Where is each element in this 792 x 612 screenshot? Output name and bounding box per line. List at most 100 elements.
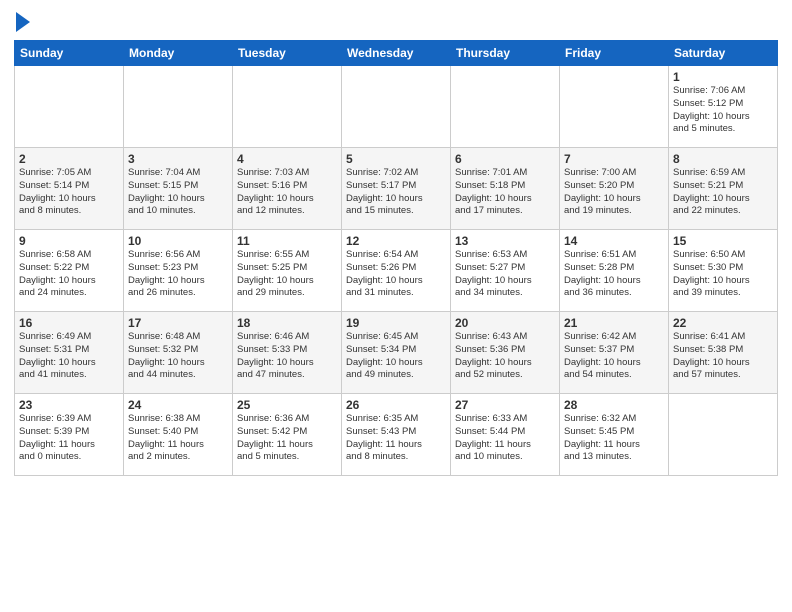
day-number: 7 — [564, 152, 664, 166]
day-info: Sunrise: 6:53 AM Sunset: 5:27 PM Dayligh… — [455, 249, 555, 300]
calendar-cell — [233, 66, 342, 148]
day-number: 12 — [346, 234, 446, 248]
day-number: 4 — [237, 152, 337, 166]
day-number: 10 — [128, 234, 228, 248]
day-number: 18 — [237, 316, 337, 330]
calendar-cell — [342, 66, 451, 148]
calendar-cell: 2Sunrise: 7:05 AM Sunset: 5:14 PM Daylig… — [15, 148, 124, 230]
day-info: Sunrise: 6:45 AM Sunset: 5:34 PM Dayligh… — [346, 331, 446, 382]
day-info: Sunrise: 6:39 AM Sunset: 5:39 PM Dayligh… — [19, 413, 119, 464]
calendar-cell: 26Sunrise: 6:35 AM Sunset: 5:43 PM Dayli… — [342, 394, 451, 476]
day-number: 28 — [564, 398, 664, 412]
calendar-cell: 5Sunrise: 7:02 AM Sunset: 5:17 PM Daylig… — [342, 148, 451, 230]
day-number: 6 — [455, 152, 555, 166]
day-number: 23 — [19, 398, 119, 412]
day-number: 5 — [346, 152, 446, 166]
calendar-cell: 6Sunrise: 7:01 AM Sunset: 5:18 PM Daylig… — [451, 148, 560, 230]
day-number: 8 — [673, 152, 773, 166]
day-number: 22 — [673, 316, 773, 330]
day-number: 20 — [455, 316, 555, 330]
calendar-week-3: 9Sunrise: 6:58 AM Sunset: 5:22 PM Daylig… — [15, 230, 778, 312]
calendar-cell: 28Sunrise: 6:32 AM Sunset: 5:45 PM Dayli… — [560, 394, 669, 476]
calendar-cell: 18Sunrise: 6:46 AM Sunset: 5:33 PM Dayli… — [233, 312, 342, 394]
calendar-cell — [669, 394, 778, 476]
day-number: 24 — [128, 398, 228, 412]
calendar-cell: 14Sunrise: 6:51 AM Sunset: 5:28 PM Dayli… — [560, 230, 669, 312]
calendar-header-monday: Monday — [124, 41, 233, 66]
calendar-cell: 9Sunrise: 6:58 AM Sunset: 5:22 PM Daylig… — [15, 230, 124, 312]
day-number: 19 — [346, 316, 446, 330]
calendar-cell — [560, 66, 669, 148]
calendar-week-4: 16Sunrise: 6:49 AM Sunset: 5:31 PM Dayli… — [15, 312, 778, 394]
day-number: 13 — [455, 234, 555, 248]
calendar-cell: 23Sunrise: 6:39 AM Sunset: 5:39 PM Dayli… — [15, 394, 124, 476]
day-info: Sunrise: 6:33 AM Sunset: 5:44 PM Dayligh… — [455, 413, 555, 464]
calendar-cell — [15, 66, 124, 148]
calendar-week-1: 1Sunrise: 7:06 AM Sunset: 5:12 PM Daylig… — [15, 66, 778, 148]
day-info: Sunrise: 7:05 AM Sunset: 5:14 PM Dayligh… — [19, 167, 119, 218]
day-number: 9 — [19, 234, 119, 248]
day-number: 17 — [128, 316, 228, 330]
calendar-cell: 27Sunrise: 6:33 AM Sunset: 5:44 PM Dayli… — [451, 394, 560, 476]
calendar-cell — [124, 66, 233, 148]
day-number: 3 — [128, 152, 228, 166]
calendar-header-tuesday: Tuesday — [233, 41, 342, 66]
day-info: Sunrise: 7:02 AM Sunset: 5:17 PM Dayligh… — [346, 167, 446, 218]
day-number: 2 — [19, 152, 119, 166]
calendar-cell: 10Sunrise: 6:56 AM Sunset: 5:23 PM Dayli… — [124, 230, 233, 312]
day-number: 21 — [564, 316, 664, 330]
calendar-cell: 1Sunrise: 7:06 AM Sunset: 5:12 PM Daylig… — [669, 66, 778, 148]
calendar-header-sunday: Sunday — [15, 41, 124, 66]
calendar-cell: 15Sunrise: 6:50 AM Sunset: 5:30 PM Dayli… — [669, 230, 778, 312]
day-info: Sunrise: 6:54 AM Sunset: 5:26 PM Dayligh… — [346, 249, 446, 300]
calendar-cell: 8Sunrise: 6:59 AM Sunset: 5:21 PM Daylig… — [669, 148, 778, 230]
calendar-cell: 3Sunrise: 7:04 AM Sunset: 5:15 PM Daylig… — [124, 148, 233, 230]
day-number: 26 — [346, 398, 446, 412]
calendar-table: SundayMondayTuesdayWednesdayThursdayFrid… — [14, 40, 778, 476]
day-number: 1 — [673, 70, 773, 84]
calendar-cell — [451, 66, 560, 148]
day-info: Sunrise: 6:36 AM Sunset: 5:42 PM Dayligh… — [237, 413, 337, 464]
day-info: Sunrise: 6:50 AM Sunset: 5:30 PM Dayligh… — [673, 249, 773, 300]
day-number: 15 — [673, 234, 773, 248]
day-number: 14 — [564, 234, 664, 248]
calendar-week-5: 23Sunrise: 6:39 AM Sunset: 5:39 PM Dayli… — [15, 394, 778, 476]
day-info: Sunrise: 7:01 AM Sunset: 5:18 PM Dayligh… — [455, 167, 555, 218]
day-info: Sunrise: 6:35 AM Sunset: 5:43 PM Dayligh… — [346, 413, 446, 464]
day-info: Sunrise: 6:55 AM Sunset: 5:25 PM Dayligh… — [237, 249, 337, 300]
day-info: Sunrise: 6:49 AM Sunset: 5:31 PM Dayligh… — [19, 331, 119, 382]
day-info: Sunrise: 6:46 AM Sunset: 5:33 PM Dayligh… — [237, 331, 337, 382]
calendar-cell: 22Sunrise: 6:41 AM Sunset: 5:38 PM Dayli… — [669, 312, 778, 394]
day-info: Sunrise: 7:04 AM Sunset: 5:15 PM Dayligh… — [128, 167, 228, 218]
calendar-cell: 11Sunrise: 6:55 AM Sunset: 5:25 PM Dayli… — [233, 230, 342, 312]
calendar-header-row: SundayMondayTuesdayWednesdayThursdayFrid… — [15, 41, 778, 66]
day-number: 11 — [237, 234, 337, 248]
day-number: 27 — [455, 398, 555, 412]
calendar-cell: 4Sunrise: 7:03 AM Sunset: 5:16 PM Daylig… — [233, 148, 342, 230]
day-info: Sunrise: 6:32 AM Sunset: 5:45 PM Dayligh… — [564, 413, 664, 464]
day-info: Sunrise: 7:03 AM Sunset: 5:16 PM Dayligh… — [237, 167, 337, 218]
logo — [14, 14, 30, 34]
calendar-cell: 16Sunrise: 6:49 AM Sunset: 5:31 PM Dayli… — [15, 312, 124, 394]
calendar-cell: 19Sunrise: 6:45 AM Sunset: 5:34 PM Dayli… — [342, 312, 451, 394]
calendar-cell: 17Sunrise: 6:48 AM Sunset: 5:32 PM Dayli… — [124, 312, 233, 394]
logo-arrow-icon — [16, 12, 30, 32]
calendar-header-friday: Friday — [560, 41, 669, 66]
calendar-header-wednesday: Wednesday — [342, 41, 451, 66]
page-container: SundayMondayTuesdayWednesdayThursdayFrid… — [0, 0, 792, 482]
calendar-cell: 7Sunrise: 7:00 AM Sunset: 5:20 PM Daylig… — [560, 148, 669, 230]
calendar-cell: 20Sunrise: 6:43 AM Sunset: 5:36 PM Dayli… — [451, 312, 560, 394]
day-info: Sunrise: 6:51 AM Sunset: 5:28 PM Dayligh… — [564, 249, 664, 300]
calendar-cell: 24Sunrise: 6:38 AM Sunset: 5:40 PM Dayli… — [124, 394, 233, 476]
calendar-header-saturday: Saturday — [669, 41, 778, 66]
day-info: Sunrise: 7:00 AM Sunset: 5:20 PM Dayligh… — [564, 167, 664, 218]
day-info: Sunrise: 6:48 AM Sunset: 5:32 PM Dayligh… — [128, 331, 228, 382]
day-info: Sunrise: 6:42 AM Sunset: 5:37 PM Dayligh… — [564, 331, 664, 382]
day-info: Sunrise: 6:43 AM Sunset: 5:36 PM Dayligh… — [455, 331, 555, 382]
day-number: 25 — [237, 398, 337, 412]
day-info: Sunrise: 6:59 AM Sunset: 5:21 PM Dayligh… — [673, 167, 773, 218]
calendar-header-thursday: Thursday — [451, 41, 560, 66]
day-number: 16 — [19, 316, 119, 330]
day-info: Sunrise: 6:56 AM Sunset: 5:23 PM Dayligh… — [128, 249, 228, 300]
header — [14, 10, 778, 34]
